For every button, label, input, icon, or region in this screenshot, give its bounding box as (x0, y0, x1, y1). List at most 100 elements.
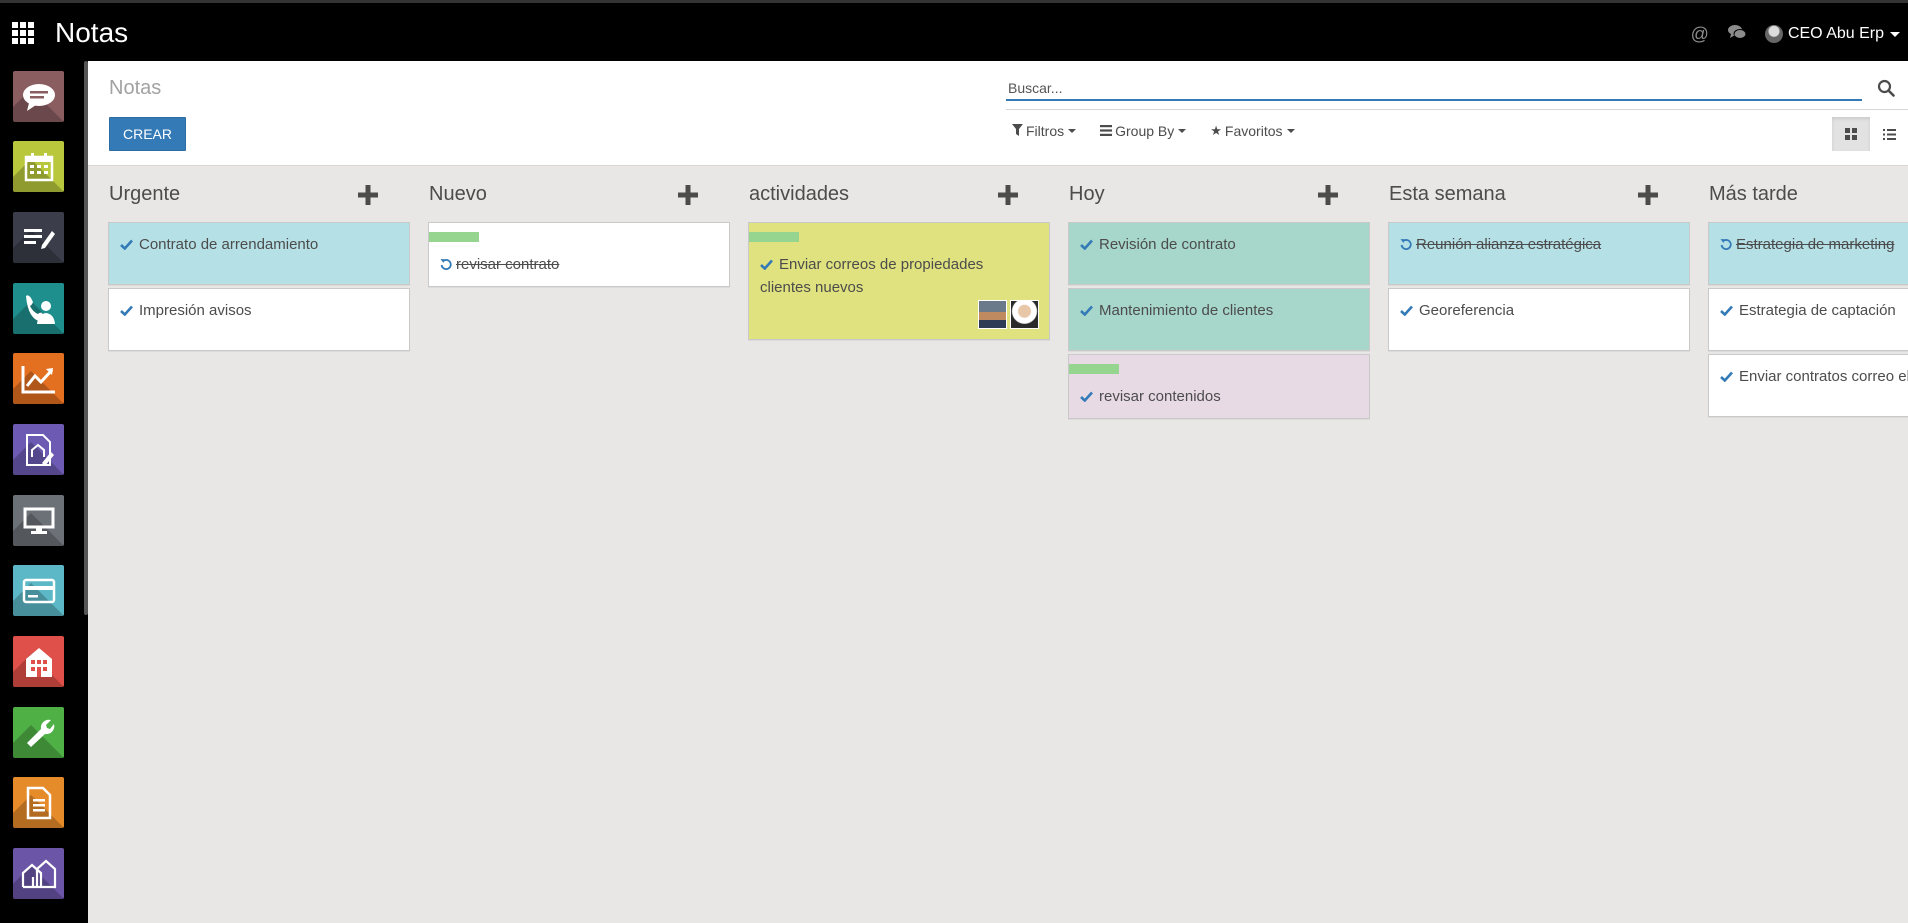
user-avatar[interactable] (1764, 25, 1783, 43)
column-title[interactable]: Nuevo (429, 183, 487, 206)
column-header: actividades (728, 166, 1032, 222)
crm-app-icon[interactable] (13, 353, 64, 404)
column-title[interactable]: Esta semana (1389, 183, 1506, 206)
avatar[interactable] (978, 300, 1007, 329)
kanban-column: Urgente Contrato de arrendamiento Impresió… (88, 166, 410, 354)
groupby-dropdown[interactable]: Group By (1100, 123, 1187, 139)
follower-avatars (975, 300, 1039, 329)
filters-dropdown[interactable]: Filtros (1012, 123, 1077, 139)
note-text: Contrato de arrendamiento (139, 236, 319, 253)
check-icon[interactable] (1080, 236, 1093, 253)
add-card-plus-icon[interactable] (998, 185, 1018, 210)
undo-icon[interactable] (440, 256, 452, 273)
note-card[interactable]: Reunión alianza estratégica (1388, 222, 1690, 285)
column-header: Esta semana (1368, 166, 1672, 222)
check-icon[interactable] (1720, 302, 1733, 319)
note-card[interactable]: Impresión avisos (108, 288, 410, 351)
add-card-plus-icon[interactable] (678, 185, 698, 210)
note-text: Enviar correos de propiedades clientes n… (760, 256, 984, 296)
calendar-app-icon[interactable] (13, 141, 64, 192)
note-card[interactable]: Estrategia de marketing (1708, 222, 1908, 285)
search-divider (1006, 109, 1908, 110)
search-input[interactable] (1006, 77, 1862, 101)
user-menu[interactable]: CEO Abu Erp (1788, 25, 1884, 43)
kanban-column: Más tarde Estrategia de marketing Estrateg… (1688, 166, 1908, 420)
column-title[interactable]: Más tarde (1709, 183, 1798, 206)
note-card[interactable]: Enviar correos de propiedades clientes n… (748, 222, 1050, 340)
check-icon[interactable] (760, 256, 773, 273)
website-app-icon[interactable] (13, 495, 64, 546)
discuss-app-icon[interactable] (13, 71, 64, 122)
add-card-plus-icon[interactable] (1638, 185, 1658, 210)
note-text: Mantenimiento de clientes (1099, 302, 1274, 319)
note-card[interactable]: Revisión de contrato (1068, 222, 1370, 285)
note-card[interactable]: Enviar contratos correo electrónico (1708, 354, 1908, 417)
note-text: revisar contenidos (1099, 388, 1221, 405)
note-text: Georeferencia (1419, 302, 1515, 319)
check-icon[interactable] (120, 302, 133, 319)
kanban-column: Hoy Revisión de contrato Mantenimiento de … (1048, 166, 1370, 422)
list-view-icon (1882, 128, 1896, 140)
caret-down-icon (1178, 129, 1187, 133)
breadcrumb: Notas (109, 77, 162, 99)
undo-icon[interactable] (1400, 236, 1412, 253)
check-icon[interactable] (1720, 368, 1733, 385)
note-text: Estrategia de marketing (1736, 236, 1895, 253)
view-switcher (1832, 117, 1908, 151)
add-card-plus-icon[interactable] (1318, 185, 1338, 210)
note-text: Impresión avisos (139, 302, 252, 319)
kanban-column: Nuevo revisar contrato (408, 166, 730, 290)
properties-app-icon[interactable] (13, 848, 64, 899)
chat-icon[interactable] (1727, 24, 1747, 45)
tag-color-bar (749, 232, 799, 242)
note-card[interactable]: Georeferencia (1388, 288, 1690, 351)
undo-icon[interactable] (1720, 236, 1732, 253)
check-icon[interactable] (1080, 388, 1093, 405)
tag-color-bar (1069, 364, 1119, 374)
create-button[interactable]: CREAR (109, 117, 187, 151)
control-panel: Notas CREAR Filtros Group By ★ Favoritos (88, 61, 1908, 166)
app-title[interactable]: Notas (55, 17, 128, 49)
note-card[interactable]: Mantenimiento de clientes (1068, 288, 1370, 351)
check-icon[interactable] (120, 236, 133, 253)
kanban-column: actividades Enviar correos de propiedades… (728, 166, 1050, 343)
list-view-button[interactable] (1870, 117, 1908, 151)
tag-color-bar (429, 232, 479, 242)
documents-app-icon[interactable] (13, 777, 64, 828)
filters-label: Filtros (1026, 123, 1065, 139)
contacts-app-icon[interactable] (13, 283, 64, 334)
apps-menu-icon[interactable] (12, 22, 34, 44)
column-title[interactable]: actividades (749, 183, 849, 206)
payments-app-icon[interactable] (13, 565, 64, 616)
note-text: Revisión de contrato (1099, 236, 1236, 253)
check-icon[interactable] (1080, 302, 1093, 319)
column-title[interactable]: Hoy (1069, 183, 1105, 206)
note-card[interactable]: Estrategia de captación (1708, 288, 1908, 351)
app-sidebar (0, 61, 88, 923)
search-options: Filtros Group By ★ Favoritos (1012, 123, 1319, 139)
favorites-dropdown[interactable]: ★ Favoritos (1210, 123, 1295, 139)
caret-down-icon (1068, 129, 1077, 133)
note-text: Enviar contratos correo electrónico (1739, 368, 1908, 385)
note-card[interactable]: Contrato de arrendamiento (108, 222, 410, 285)
mention-icon[interactable]: @ (1691, 24, 1709, 45)
check-icon[interactable] (1400, 302, 1413, 319)
filter-icon (1012, 123, 1023, 139)
column-header: Hoy (1048, 166, 1352, 222)
top-navbar: Notas @ CEO Abu Erp (0, 0, 1908, 61)
kanban-view-button[interactable] (1832, 117, 1870, 151)
note-card[interactable]: revisar contenidos (1068, 354, 1370, 419)
column-title[interactable]: Urgente (109, 183, 180, 206)
note-card[interactable]: revisar contrato (428, 222, 730, 287)
add-card-plus-icon[interactable] (358, 185, 378, 210)
groupby-label: Group By (1115, 123, 1175, 139)
search-icon[interactable] (1877, 79, 1895, 102)
chevron-down-icon[interactable] (1890, 31, 1900, 37)
buildings-app-icon[interactable] (13, 636, 64, 687)
avatar[interactable] (1010, 300, 1039, 329)
note-text: Estrategia de captación (1739, 302, 1896, 319)
notes-app-icon[interactable] (13, 212, 64, 263)
list-bars-icon (1100, 124, 1113, 139)
real-estate-docs-app-icon[interactable] (13, 424, 64, 475)
wrench-app-icon[interactable] (13, 707, 64, 758)
